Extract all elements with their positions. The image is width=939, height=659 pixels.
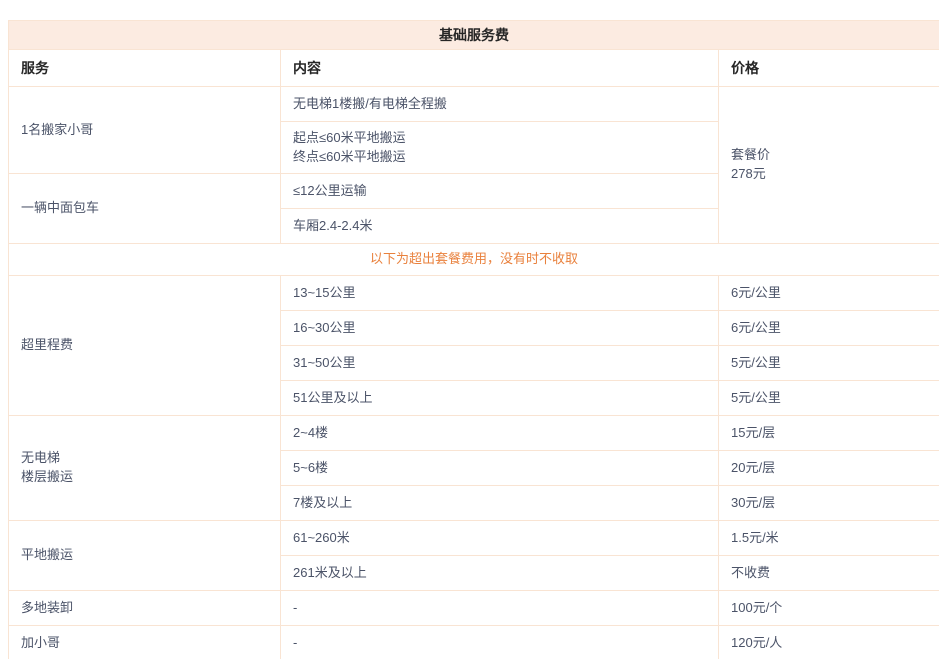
price-cell: 100元/个 [719, 591, 939, 626]
content-cell: 261米及以上 [281, 556, 719, 591]
content-cell: 车厢2.4-2.4米 [281, 209, 719, 244]
content-cell: ≤12公里运输 [281, 174, 719, 209]
extra-fees-banner: 以下为超出套餐费用，没有时不收取 [9, 244, 939, 276]
price-cell: 5元/公里 [719, 346, 939, 381]
price-cell: 120元/人 [719, 626, 939, 659]
service-cell-mover: 1名搬家小哥 [9, 87, 281, 174]
price-cell: 15元/层 [719, 416, 939, 451]
price-cell: 30元/层 [719, 486, 939, 521]
column-header-content: 内容 [281, 50, 719, 87]
content-cell: 起点≤60米平地搬运 终点≤60米平地搬运 [281, 122, 719, 174]
table-row: 1名搬家小哥 无电梯1楼搬/有电梯全程搬 套餐价 278元 [9, 87, 939, 122]
content-cell: 61~260米 [281, 521, 719, 556]
service-cell-mileage: 超里程费 [9, 276, 281, 416]
service-cell-addmover: 加小哥 [9, 626, 281, 659]
price-cell: 20元/层 [719, 451, 939, 486]
table-row: 超里程费 13~15公里 6元/公里 [9, 276, 939, 311]
content-cell: 2~4楼 [281, 416, 719, 451]
price-cell: 不收费 [719, 556, 939, 591]
page: 基础服务费 服务 内容 价格 1名搬家小哥 无电梯1楼搬/有电梯全程搬 套餐价 … [0, 0, 939, 659]
price-cell: 6元/公里 [719, 276, 939, 311]
pricing-table: 基础服务费 服务 内容 价格 1名搬家小哥 无电梯1楼搬/有电梯全程搬 套餐价 … [8, 20, 939, 659]
title-row: 基础服务费 [9, 21, 939, 50]
table-row: 平地搬运 61~260米 1.5元/米 [9, 521, 939, 556]
package-price-cell: 套餐价 278元 [719, 87, 939, 244]
content-cell: 7楼及以上 [281, 486, 719, 521]
content-cell: 31~50公里 [281, 346, 719, 381]
content-cell: 51公里及以上 [281, 381, 719, 416]
column-header-service: 服务 [9, 50, 281, 87]
price-cell: 1.5元/米 [719, 521, 939, 556]
content-cell: 13~15公里 [281, 276, 719, 311]
content-cell: - [281, 626, 719, 659]
table-title: 基础服务费 [9, 21, 939, 50]
table-row: 无电梯 楼层搬运 2~4楼 15元/层 [9, 416, 939, 451]
table-row: 加小哥 - 120元/人 [9, 626, 939, 659]
column-header-price: 价格 [719, 50, 939, 87]
content-cell: - [281, 591, 719, 626]
service-cell-flat: 平地搬运 [9, 521, 281, 591]
service-cell-stairs: 无电梯 楼层搬运 [9, 416, 281, 521]
content-cell: 5~6楼 [281, 451, 719, 486]
service-cell-multistop: 多地装卸 [9, 591, 281, 626]
content-cell: 16~30公里 [281, 311, 719, 346]
price-cell: 5元/公里 [719, 381, 939, 416]
price-cell: 6元/公里 [719, 311, 939, 346]
banner-row: 以下为超出套餐费用，没有时不收取 [9, 244, 939, 276]
header-row: 服务 内容 价格 [9, 50, 939, 87]
table-row: 多地装卸 - 100元/个 [9, 591, 939, 626]
content-cell: 无电梯1楼搬/有电梯全程搬 [281, 87, 719, 122]
service-cell-van: 一辆中面包车 [9, 174, 281, 244]
